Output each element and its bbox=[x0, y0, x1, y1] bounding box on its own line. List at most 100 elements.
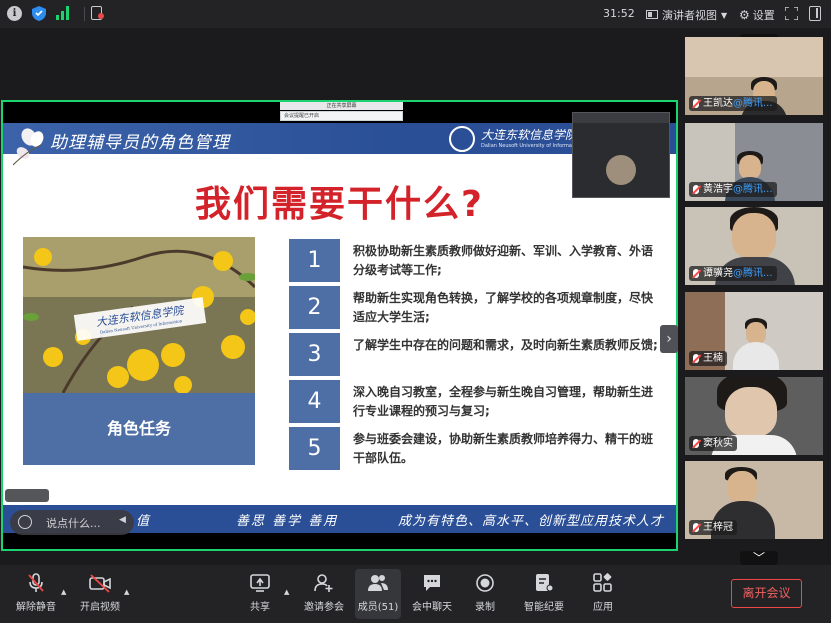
chat-input[interactable]: 说点什么... ◀ bbox=[10, 510, 134, 535]
chevron-left-icon[interactable]: ◀ bbox=[119, 515, 126, 525]
smart-notes-button[interactable]: 智能纪要 bbox=[514, 573, 574, 613]
participant-name-tag: 窦秋实 bbox=[689, 436, 737, 451]
participant-tile[interactable]: 窦秋实 bbox=[685, 377, 823, 455]
scroll-down-button[interactable]: ﹀ bbox=[740, 551, 778, 565]
footer-motto: 善思 善学 善用 bbox=[236, 514, 339, 529]
notes-icon bbox=[536, 574, 554, 592]
mic-muted-icon bbox=[693, 99, 699, 108]
task-list: 1 积极协助新生素质教师做好迎新、军训、入学教育、外语分级考试等工作; 2 帮助… bbox=[289, 239, 659, 474]
audio-options-caret[interactable]: ▲ bbox=[61, 588, 66, 596]
presenter-mini-window[interactable] bbox=[572, 112, 670, 198]
presenter-view-icon bbox=[646, 9, 658, 19]
footer-left-text: 值 bbox=[136, 514, 150, 529]
chat-placeholder: 说点什么... bbox=[46, 517, 101, 530]
members-label: 成员(51) bbox=[357, 602, 399, 613]
invite-button[interactable]: 邀请参会 bbox=[294, 573, 354, 613]
next-page-button[interactable]: › bbox=[660, 325, 678, 353]
task-text: 积极协助新生素质教师做好迎新、军训、入学教育、外语分级考试等工作; bbox=[353, 244, 654, 277]
magnolia-decoration-icon bbox=[13, 128, 44, 166]
task-number: 3 bbox=[289, 333, 340, 376]
participant-tile[interactable]: 王楠 bbox=[685, 292, 823, 370]
sidebar-toggle-icon[interactable] bbox=[809, 6, 821, 21]
start-video-label: 开启视频 bbox=[80, 602, 120, 613]
settings-label: 设置 bbox=[752, 9, 775, 22]
shared-screen: 正在共享屏幕 会议提醒已开启 助理辅导员的角色管理 大连东软信息学院 Dalia… bbox=[1, 100, 678, 551]
share-notification[interactable]: 会议提醒已开启 bbox=[280, 111, 403, 121]
participant-name-tag: 黄浩宇@腾讯... bbox=[689, 182, 777, 197]
apps-label: 应用 bbox=[593, 602, 613, 613]
members-button[interactable]: 成员(51) bbox=[355, 569, 401, 619]
divider bbox=[84, 7, 85, 21]
video-off-icon bbox=[89, 574, 111, 593]
share-options-caret[interactable]: ▲ bbox=[284, 588, 289, 596]
members-icon bbox=[368, 575, 388, 591]
start-video-button[interactable]: 开启视频 bbox=[70, 573, 130, 613]
forsythia-photo: 大连东软信息学院 Dalian Neusoft University of In… bbox=[23, 237, 255, 393]
invite-label: 邀请参会 bbox=[304, 602, 344, 613]
share-screen-icon bbox=[250, 574, 270, 592]
fullscreen-icon[interactable] bbox=[785, 7, 798, 20]
record-button[interactable]: 录制 bbox=[455, 573, 515, 613]
mic-off-icon bbox=[28, 573, 44, 592]
task-number: 4 bbox=[289, 380, 340, 423]
info-icon[interactable]: i bbox=[7, 6, 22, 21]
task-number: 1 bbox=[289, 239, 340, 282]
main-stage: 正在共享屏幕 会议提醒已开启 助理辅导员的角色管理 大连东软信息学院 Dalia… bbox=[0, 28, 680, 565]
slide-title: 助理辅导员的角色管理 bbox=[50, 133, 230, 153]
role-task-box: 角色任务 bbox=[23, 393, 255, 465]
presenter-view-toggle[interactable]: 演讲者视图 ▼ bbox=[646, 7, 727, 23]
smart-notes-label: 智能纪要 bbox=[524, 602, 564, 613]
participant-tile[interactable]: 黄浩宇@腾讯... bbox=[685, 123, 823, 201]
settings-button[interactable]: ⚙ 设置 bbox=[739, 7, 775, 23]
share-button[interactable]: 共享 bbox=[230, 573, 290, 613]
mic-muted-icon bbox=[693, 523, 699, 532]
university-name: 大连东软信息学院 bbox=[481, 128, 578, 142]
gear-icon: ⚙ bbox=[739, 8, 750, 22]
participant-tile[interactable]: 王凯达@腾讯... bbox=[685, 37, 823, 115]
video-options-caret[interactable]: ▲ bbox=[124, 588, 129, 596]
task-item: 1 积极协助新生素质教师做好迎新、军训、入学教育、外语分级考试等工作; bbox=[289, 239, 659, 282]
task-number: 5 bbox=[289, 427, 340, 470]
task-item: 3 了解学生中存在的问题和需求，及时向新生素质教师反馈; bbox=[289, 333, 659, 376]
participant-name-tag: 王凯达@腾讯... bbox=[689, 96, 777, 111]
mini-window-titlebar[interactable] bbox=[573, 113, 669, 123]
unmute-button[interactable]: 解除静音 bbox=[6, 573, 66, 613]
record-label: 录制 bbox=[475, 602, 495, 613]
mic-muted-icon bbox=[693, 354, 699, 363]
participant-list: ︿ 王凯达@腾讯... 黄浩宇@腾讯... 谭骥尧@腾讯... 王楠 窦秋实 bbox=[683, 28, 831, 565]
record-icon bbox=[476, 574, 494, 592]
record-status-icon[interactable] bbox=[91, 6, 104, 20]
task-item: 5 参与班委会建设，协助新生素质教师培养得力、精干的班干部队伍。 bbox=[289, 427, 659, 470]
participant-name-tag: 谭骥尧@腾讯... bbox=[689, 266, 777, 281]
meeting-timer: 31:52 bbox=[603, 7, 635, 20]
mic-muted-icon bbox=[693, 269, 699, 278]
share-label: 共享 bbox=[250, 602, 270, 613]
apps-icon bbox=[593, 573, 612, 592]
leave-meeting-button[interactable]: 离开会议 bbox=[731, 579, 802, 608]
shield-icon[interactable] bbox=[32, 6, 46, 21]
task-number: 2 bbox=[289, 286, 340, 329]
task-item: 4 深入晚自习教室，全程参与新生晚自习管理，帮助新生进行专业课程的预习与复习; bbox=[289, 380, 659, 423]
university-name-en: Dalian Neusoft University of Information bbox=[481, 143, 582, 149]
apps-button[interactable]: 应用 bbox=[573, 573, 633, 613]
share-toolbar[interactable]: 正在共享屏幕 bbox=[280, 102, 403, 110]
participant-tile[interactable]: 谭骥尧@腾讯... bbox=[685, 207, 823, 285]
bottom-toolbar: 解除静音 ▲ 开启视频 ▲ 共享 ▲ 邀请参会 成员(51) 会中聊天 录制 智… bbox=[0, 565, 831, 623]
task-text: 参与班委会建设，协助新生素质教师培养得力、精干的班干部队伍。 bbox=[353, 432, 654, 465]
participant-name-tag: 王梓冠 bbox=[689, 520, 737, 535]
chat-button[interactable]: 会中聊天 bbox=[402, 573, 462, 613]
mini-window-avatar bbox=[606, 155, 636, 185]
unmute-label: 解除静音 bbox=[16, 602, 56, 613]
signal-icon[interactable] bbox=[56, 6, 70, 20]
view-chip[interactable] bbox=[5, 489, 49, 502]
participant-tile[interactable]: 王梓冠 bbox=[685, 461, 823, 539]
participant-name-tag: 王楠 bbox=[689, 351, 727, 366]
mic-muted-icon bbox=[693, 439, 699, 448]
task-item: 2 帮助新生实现角色转换，了解学校的各项规章制度，尽快适应大学生活; bbox=[289, 286, 659, 329]
university-logo-icon bbox=[449, 126, 475, 152]
emoji-icon[interactable] bbox=[18, 515, 32, 529]
top-bar: i 31:52 演讲者视图 ▼ ⚙ 设置 bbox=[0, 0, 831, 28]
task-text: 了解学生中存在的问题和需求，及时向新生素质教师反馈; bbox=[353, 338, 658, 352]
footer-slogan: 成为有特色、高水平、创新型应用技术人才 bbox=[398, 514, 665, 529]
task-text: 深入晚自习教室，全程参与新生晚自习管理，帮助新生进行专业课程的预习与复习; bbox=[353, 385, 654, 418]
